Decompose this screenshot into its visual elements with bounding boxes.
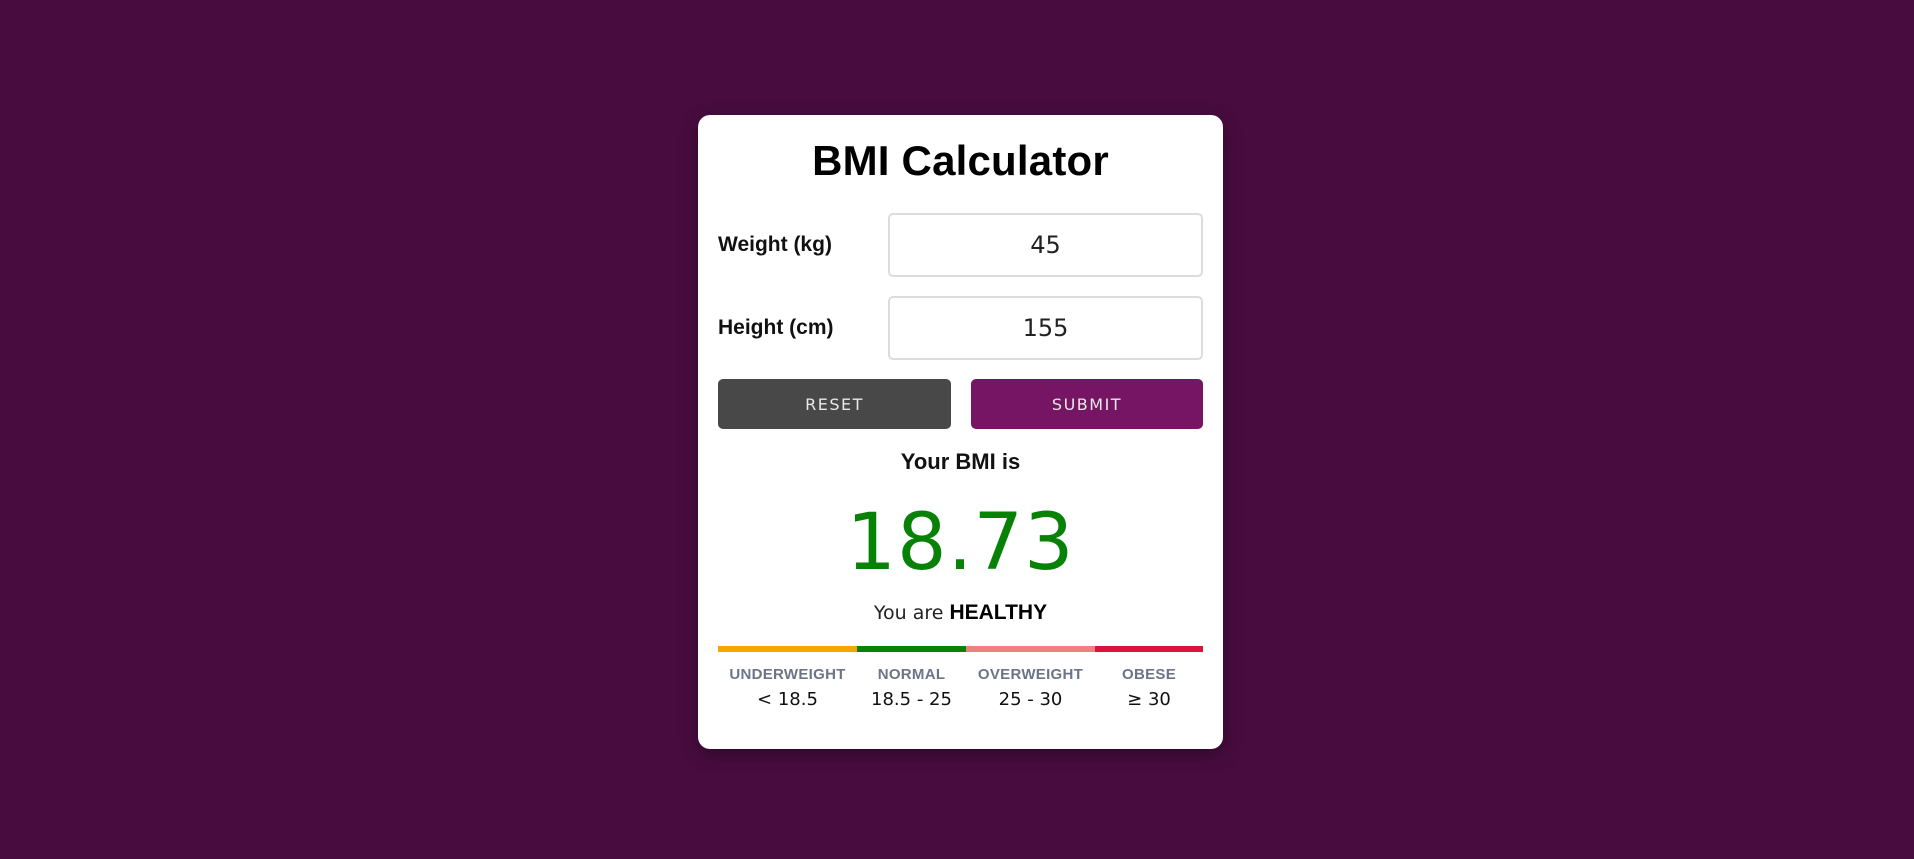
status-text: You are HEALTHY xyxy=(718,601,1203,625)
height-label: Height (cm) xyxy=(718,316,834,339)
underweight-segment xyxy=(718,646,857,652)
category-name: OVERWEIGHT xyxy=(977,666,1084,683)
legend-normal: NORMAL 18.5 - 25 xyxy=(857,666,966,710)
legend-obese: OBESE ≥ 30 xyxy=(1095,666,1203,710)
submit-button[interactable]: SUBMIT xyxy=(971,379,1203,429)
category-range: ≥ 30 xyxy=(1127,689,1171,710)
legend-underweight: UNDERWEIGHT < 18.5 xyxy=(718,666,857,710)
category-range: < 18.5 xyxy=(757,689,818,710)
result-label: Your BMI is xyxy=(900,449,1021,474)
button-row: RESET SUBMIT xyxy=(718,379,1203,429)
reset-button[interactable]: RESET xyxy=(718,379,951,429)
category-name: NORMAL xyxy=(877,666,946,683)
bmi-value: 18.73 xyxy=(846,498,1075,588)
height-input[interactable] xyxy=(888,296,1203,360)
status-prefix: You are xyxy=(873,602,944,624)
legend-overweight: OVERWEIGHT 25 - 30 xyxy=(966,666,1095,710)
normal-segment xyxy=(857,646,966,652)
status-value: HEALTHY xyxy=(949,601,1048,624)
obese-segment xyxy=(1095,646,1203,652)
category-name: OBESE xyxy=(1121,666,1176,683)
category-range: 25 - 30 xyxy=(998,689,1063,710)
overweight-segment xyxy=(966,646,1095,652)
category-name: UNDERWEIGHT xyxy=(729,666,846,683)
bmi-scale-bar xyxy=(718,646,1203,652)
weight-input[interactable] xyxy=(888,213,1203,277)
category-range: 18.5 - 25 xyxy=(871,689,952,710)
height-row: Height (cm) xyxy=(718,296,1203,360)
bmi-calculator-card: BMI Calculator Weight (kg) Height (cm) R… xyxy=(698,115,1223,749)
weight-row: Weight (kg) xyxy=(718,213,1203,277)
weight-label: Weight (kg) xyxy=(718,233,832,256)
bmi-legend: UNDERWEIGHT < 18.5 NORMAL 18.5 - 25 OVER… xyxy=(718,666,1203,710)
page-title: BMI Calculator xyxy=(812,137,1109,184)
